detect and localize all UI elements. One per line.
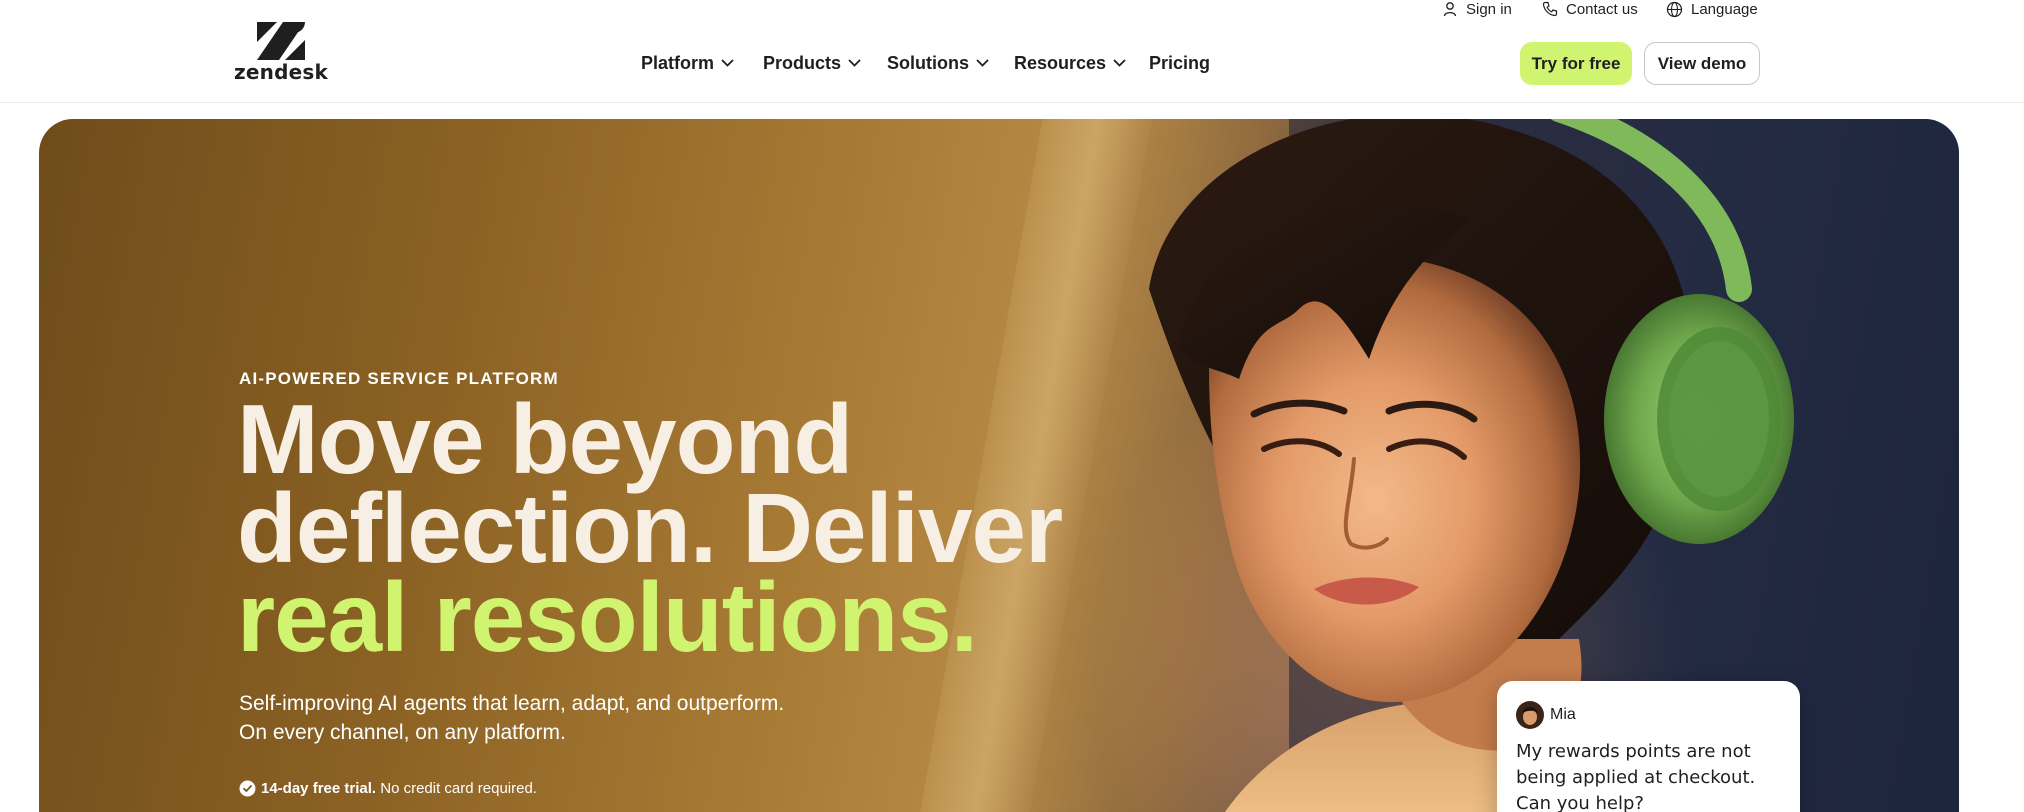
hero-subheading: Self-improving AI agents that learn, ada… (239, 689, 784, 747)
chevron-down-icon (721, 59, 734, 67)
chevron-down-icon (1113, 59, 1126, 67)
zendesk-logo-icon (257, 22, 305, 60)
nav-platform-label: Platform (641, 52, 715, 73)
nav-solutions[interactable]: Solutions (887, 52, 989, 74)
nav-pricing-label: Pricing (1149, 52, 1211, 73)
sign-in-label: Sign in (1466, 0, 1512, 18)
trial-rest-text: No credit card required. (380, 780, 537, 797)
check-circle-icon (239, 780, 256, 797)
nav-pricing[interactable]: Pricing (1149, 52, 1210, 74)
chat-message-text: My rewards points are not being applied … (1516, 741, 1756, 812)
chevron-down-icon (848, 59, 861, 67)
sub-line-2: On every channel, on any platform. (239, 721, 566, 744)
chat-sender-name: Mia (1550, 706, 1576, 723)
nav-resources-label: Resources (1014, 52, 1107, 73)
nav-platform[interactable]: Platform (641, 52, 734, 74)
nav-products[interactable]: Products (763, 52, 861, 74)
nav-resources[interactable]: Resources (1014, 52, 1126, 74)
language-link[interactable]: Language (1666, 0, 1758, 18)
globe-icon (1666, 1, 1683, 17)
avatar (1516, 701, 1544, 729)
chat-message-card: Mia My rewards points are not being appl… (1497, 681, 1800, 812)
zendesk-logo[interactable]: zendesk (234, 22, 328, 86)
try-for-free-button[interactable]: Try for free (1520, 42, 1632, 85)
view-demo-button[interactable]: View demo (1644, 42, 1760, 85)
sub-line-1: Self-improving AI agents that learn, ada… (239, 692, 785, 715)
avatar-image (1516, 701, 1544, 729)
logo-wordmark: zendesk (234, 60, 328, 84)
phone-icon (1542, 1, 1558, 17)
sign-in-link[interactable]: Sign in (1442, 0, 1512, 18)
headline-line-3-accent: real resolutions. (237, 562, 978, 672)
free-trial-note: 14-day free trial. No credit card requir… (239, 780, 537, 797)
hero-headline: Move beyond deflection. Deliver real res… (237, 390, 1063, 666)
site-header: zendesk Sign in Contact us Language Plat… (0, 0, 2024, 103)
nav-products-label: Products (763, 52, 842, 73)
chat-header: Mia (1516, 701, 1576, 729)
nav-solutions-label: Solutions (887, 52, 969, 73)
language-label: Language (1691, 0, 1758, 18)
chevron-down-icon (976, 59, 989, 67)
contact-us-label: Contact us (1566, 0, 1638, 18)
contact-us-link[interactable]: Contact us (1542, 0, 1638, 18)
user-icon (1443, 2, 1457, 17)
trial-bold-text: 14-day free trial. (261, 780, 377, 797)
